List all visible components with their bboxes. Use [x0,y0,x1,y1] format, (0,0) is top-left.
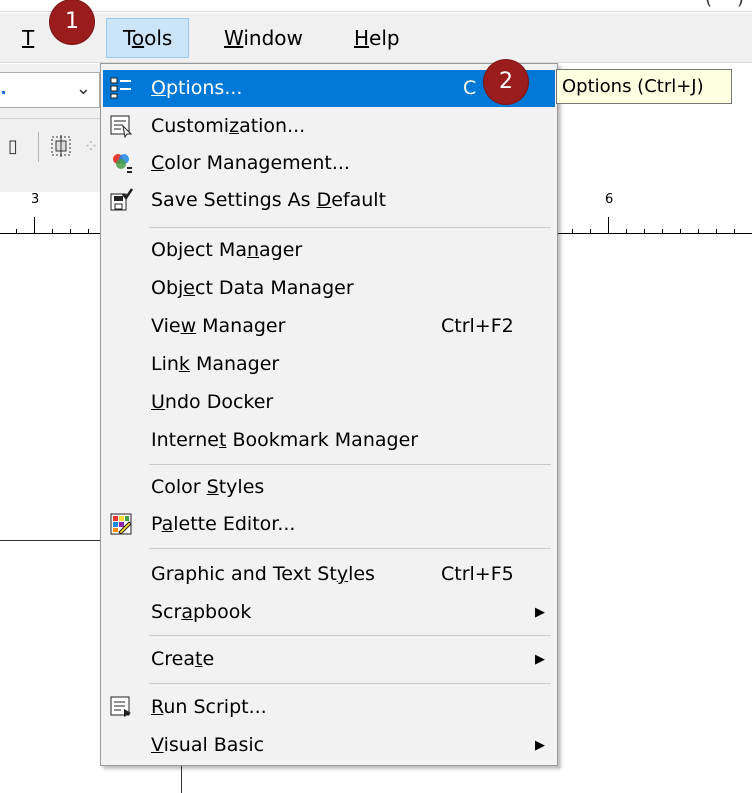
menu-window[interactable]: Window [208,18,319,58]
menu-item-save-settings-as-default[interactable]: Save Settings As Default [103,182,555,219]
toolbar-left: ⌄ ▯ ⁘ [0,64,100,204]
menu-item-customization[interactable]: Customization... [103,108,555,145]
title-fragment-left: ( [705,0,712,9]
view-manager-shortcut: Ctrl+F2 [441,315,514,337]
toolbar-clip-icon[interactable]: ▯ [0,134,26,160]
menu-partial[interactable]: T [22,18,42,58]
submenu-arrow-icon: ▶ [535,738,545,753]
menu-item-create[interactable]: Create ▶ [103,641,555,678]
menu-item-link-manager[interactable]: Link Manager [103,346,555,383]
menu-item-color-management[interactable]: Color Management... [103,145,555,182]
customization-icon [109,114,133,139]
canvas-guide-horizontal [0,540,100,541]
graphic-text-styles-shortcut: Ctrl+F5 [441,563,514,585]
callout-2: 2 [484,60,528,104]
menu-item-undo-docker[interactable]: Undo Docker [103,384,555,421]
menu-tools[interactable]: Tools [106,18,190,58]
ruler-left: 3 [0,192,100,234]
ruler-number-3: 3 [31,192,40,207]
callout-1: 1 [50,0,94,44]
menu-help[interactable]: Help [338,18,416,58]
menu-item-visual-basic[interactable]: Visual Basic ▶ [103,727,555,764]
menu-item-run-script[interactable]: Run Script... [103,689,555,726]
palette-editor-icon [109,512,133,536]
submenu-arrow-icon: ▶ [535,605,545,620]
menu-item-internet-bookmark-manager[interactable]: Internet Bookmark Manager [103,422,555,459]
title-fragment-right: ) [737,0,744,9]
title-strip: ( ) [0,0,752,12]
ruler-number-6: 6 [605,192,614,207]
options-tooltip: Options (Ctrl+J) [556,69,732,104]
tools-dropdown-menu: Options... C Customization... Color Mana… [100,63,558,766]
run-script-icon [109,695,133,719]
submenu-arrow-icon: ▶ [535,652,545,667]
options-icon [109,76,133,100]
menu-item-view-manager[interactable]: View Manager Ctrl+F2 [103,308,555,345]
menu-item-color-styles[interactable]: Color Styles [103,469,555,506]
options-shortcut: C [463,77,477,99]
combo-box[interactable]: ⌄ [0,72,100,108]
group-icon[interactable] [48,134,74,160]
menu-bar: T Tools Window Help [0,13,752,63]
chevron-down-icon[interactable]: ⌄ [76,78,91,99]
menu-item-scrapbook[interactable]: Scrapbook ▶ [103,594,555,631]
menu-item-palette-editor[interactable]: Palette Editor... [103,506,555,543]
menu-item-object-data-manager[interactable]: Object Data Manager [103,270,555,307]
color-management-icon [109,151,133,175]
menu-item-graphic-and-text-styles[interactable]: Graphic and Text Styles Ctrl+F5 [103,556,555,593]
ruler-right: 6 [558,192,752,234]
menu-item-object-manager[interactable]: Object Manager [103,232,555,269]
save-settings-icon [109,188,134,212]
